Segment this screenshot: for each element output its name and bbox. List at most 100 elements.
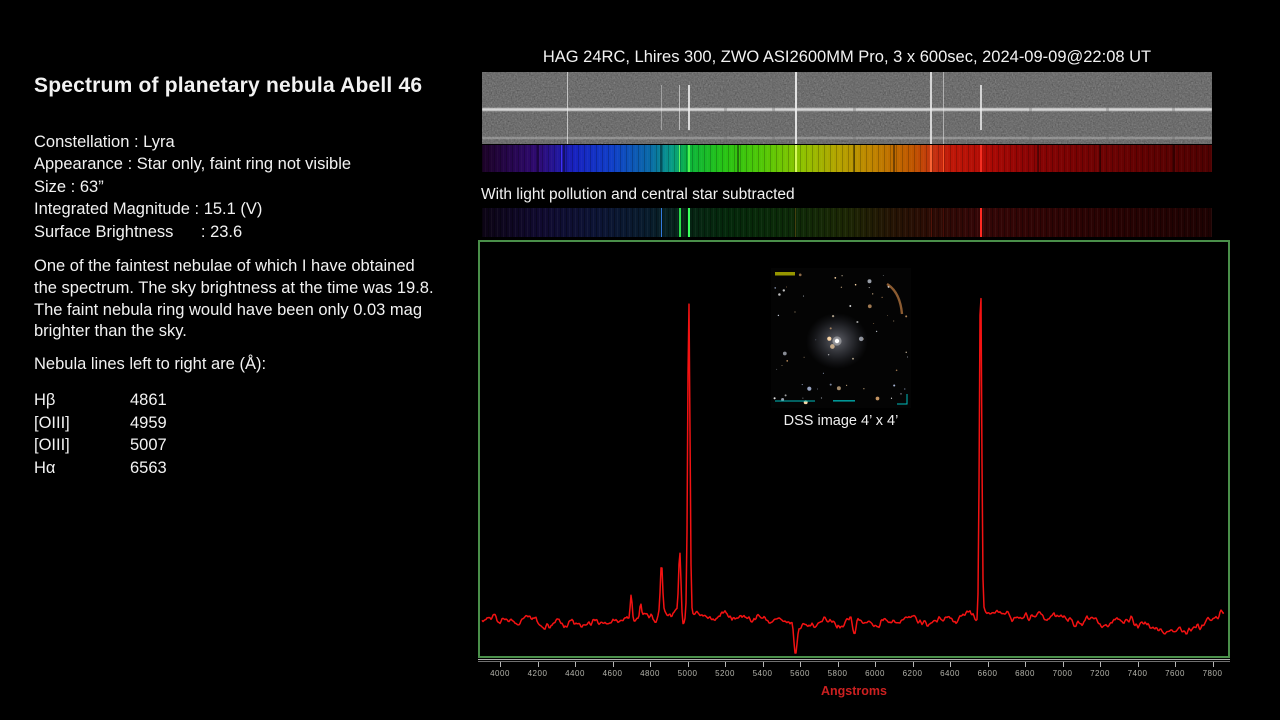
absorption-line xyxy=(1173,145,1175,172)
fact-line: Size : 63” xyxy=(34,176,454,198)
star xyxy=(846,385,847,386)
subtracted-emission-line xyxy=(980,208,982,237)
axis-tick-label: 4800 xyxy=(635,669,665,678)
nebula-lines-heading: Nebula lines left to right are (Å): xyxy=(34,355,454,374)
star xyxy=(817,389,818,390)
axis-tick xyxy=(725,662,726,667)
subtracted-emission-line xyxy=(661,208,662,237)
bright-spectral-line xyxy=(943,145,944,172)
wavelength-axis: 4000420044004600480050005200540056005800… xyxy=(478,659,1230,705)
axis-tick xyxy=(575,662,576,667)
star xyxy=(893,320,894,321)
axis-tick-label: 6600 xyxy=(973,669,1003,678)
axis-tick-label: 6200 xyxy=(898,669,928,678)
bright-spectral-line xyxy=(679,145,680,172)
star xyxy=(778,293,781,296)
axis-tick xyxy=(650,662,651,667)
star xyxy=(795,312,796,313)
nebula-emission-dash xyxy=(661,85,662,130)
axis-tick-label: 6000 xyxy=(860,669,890,678)
star xyxy=(837,386,841,390)
bright-spectral-line xyxy=(980,145,982,172)
star xyxy=(856,321,858,323)
star xyxy=(841,275,842,276)
nebula-line-row: Hα6563 xyxy=(34,457,334,480)
star xyxy=(807,387,811,391)
sky-line xyxy=(943,72,944,144)
axis-tick-label: 4600 xyxy=(598,669,628,678)
star xyxy=(852,358,854,360)
axis-tick-label: 4400 xyxy=(560,669,590,678)
axis-tick xyxy=(1213,662,1214,667)
residual-sky-line xyxy=(931,208,932,237)
faint-sky-band xyxy=(1106,72,1109,144)
absorption-line xyxy=(563,145,565,172)
axis-tick-label: 5800 xyxy=(823,669,853,678)
star xyxy=(841,287,842,288)
star xyxy=(786,287,787,288)
dss-inset-image xyxy=(771,268,911,408)
star xyxy=(891,398,892,399)
nebula-line-wavelength: 4861 xyxy=(130,389,167,412)
bright-spectral-line xyxy=(930,145,932,172)
axis-tick-label: 5400 xyxy=(748,669,778,678)
spectral-banding-texture xyxy=(482,208,1212,237)
nebula-line-name: Hβ xyxy=(34,389,130,412)
nebula-line-name: [OIII] xyxy=(34,412,130,435)
axis-tick-label: 4200 xyxy=(523,669,553,678)
axis-tick-label: 5000 xyxy=(673,669,703,678)
axis-tick-label: 7000 xyxy=(1048,669,1078,678)
axis-tick xyxy=(500,662,501,667)
axis-tick-label: 7400 xyxy=(1123,669,1153,678)
nebula-line-wavelength: 5007 xyxy=(130,434,167,457)
axis-line-shadow xyxy=(478,661,1230,662)
star xyxy=(828,354,829,355)
axis-label: Angstroms xyxy=(478,684,1230,698)
star xyxy=(785,394,787,396)
slide-root: Spectrum of planetary nebula Abell 46 Co… xyxy=(0,0,1280,720)
nebula-line-row: [OIII]4959 xyxy=(34,412,334,435)
star xyxy=(783,352,787,356)
subtracted-caption: With light pollution and central star su… xyxy=(481,186,795,204)
axis-tick xyxy=(763,662,764,667)
sky-line xyxy=(795,72,797,144)
star xyxy=(868,279,872,283)
star xyxy=(893,384,895,386)
axis-tick xyxy=(538,662,539,667)
star xyxy=(872,293,873,294)
axis-line xyxy=(478,659,1230,660)
nebula-line-wavelength: 4959 xyxy=(130,412,167,435)
fact-line: Constellation : Lyra xyxy=(34,131,454,153)
bright-spectral-line xyxy=(688,145,690,172)
axis-tick-label: 7800 xyxy=(1198,669,1228,678)
axis-tick-label: 6400 xyxy=(935,669,965,678)
absorption-line xyxy=(853,145,855,172)
star xyxy=(896,370,898,372)
axis-tick-label: 5600 xyxy=(785,669,815,678)
nebula-emission-dash xyxy=(679,85,680,130)
fact-line: Surface Brightness : 23.6 xyxy=(34,221,454,243)
star xyxy=(869,287,870,288)
star xyxy=(887,315,888,316)
acquisition-title: HAG 24RC, Lhires 300, ZWO ASI2600MM Pro,… xyxy=(452,48,1242,67)
star xyxy=(883,275,884,276)
axis-tick xyxy=(688,662,689,667)
axis-tick xyxy=(800,662,801,667)
star xyxy=(855,284,857,286)
dss-caption: DSS image 4’ x 4’ xyxy=(741,413,941,429)
subtracted-emission-line xyxy=(688,208,690,237)
star xyxy=(783,289,785,291)
star xyxy=(849,305,851,307)
star xyxy=(863,339,864,340)
axis-tick xyxy=(1100,662,1101,667)
star xyxy=(876,397,880,401)
object-facts: Constellation : LyraAppearance : Star on… xyxy=(34,131,454,243)
fact-line: Appearance : Star only, faint ring not v… xyxy=(34,153,454,175)
axis-tick xyxy=(950,662,951,667)
star xyxy=(823,373,824,374)
axis-tick xyxy=(613,662,614,667)
star xyxy=(830,327,832,329)
star xyxy=(876,331,877,332)
star xyxy=(802,398,803,399)
axis-tick xyxy=(838,662,839,667)
